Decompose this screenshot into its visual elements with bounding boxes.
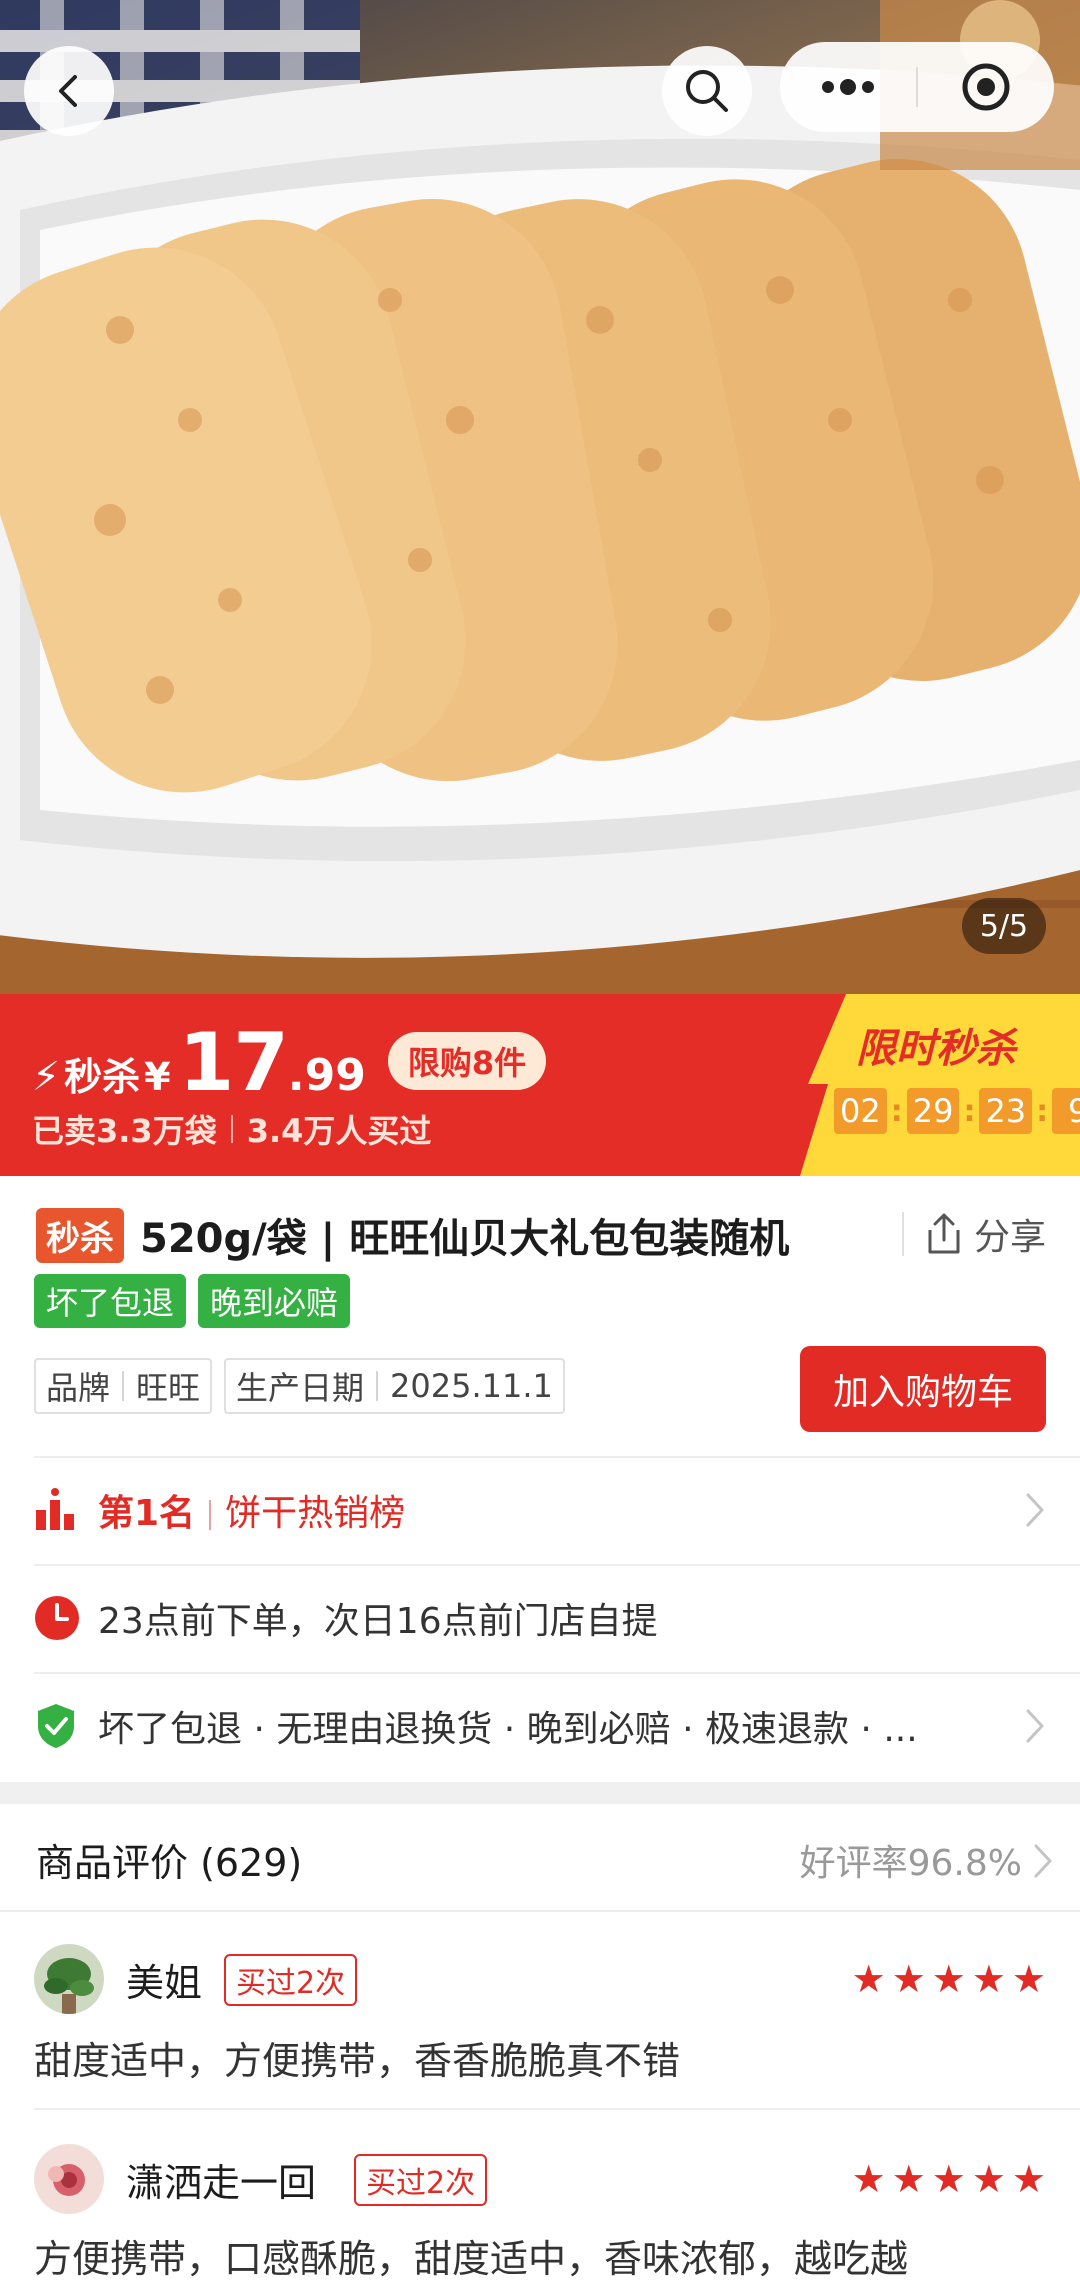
countdown-timer: 02 : 29 : 23 : 9 — [834, 1088, 1080, 1134]
star-icon: ★ — [931, 2157, 966, 2201]
chevron-right-icon — [1026, 1493, 1044, 1527]
reviews-title[interactable]: 商品评价 (629) — [36, 1832, 302, 1887]
chevron-right-icon — [1034, 1844, 1052, 1878]
flash-sale-badge: 秒杀 — [36, 1207, 124, 1263]
star-icon: ★ — [971, 2157, 1006, 2201]
star-icon: ★ — [891, 1957, 926, 2001]
chevron-right-icon — [1026, 1709, 1044, 1743]
rank-divider — [209, 1500, 212, 1530]
countdown-minutes: 29 — [906, 1088, 960, 1134]
price-decimal: .99 — [287, 1050, 366, 1101]
section-separator — [0, 1782, 1080, 1804]
row-divider — [34, 1564, 1080, 1566]
target-icon — [962, 63, 1010, 111]
reviewer-name: 潇洒走一回 — [126, 2161, 317, 2205]
guarantee-text: 坏了包退 · 无理由退换货 · 晚到必赔 · 极速退款 · ... — [98, 1709, 918, 1750]
stats-divider — [230, 1115, 233, 1143]
star-icon: ★ — [851, 2157, 886, 2201]
delivery-row: 23点前下单，次日16点前门店自提 — [0, 1564, 1080, 1672]
star-icon: ★ — [971, 1957, 1006, 2001]
back-button[interactable] — [24, 46, 114, 136]
service-tag: 晚到必赔 — [198, 1274, 351, 1328]
countdown-seconds: 23 — [979, 1088, 1033, 1134]
rank-board: 饼干热销榜 — [225, 1493, 406, 1534]
reviewer-avatar-flower — [34, 2144, 104, 2214]
search-icon — [686, 70, 728, 112]
sales-stats: 已卖3.3万袋 3.4万人买过 — [32, 1106, 431, 1152]
attr-divider — [376, 1371, 379, 1401]
product-title: 520g/袋 | 旺旺仙贝大礼包包装随机 — [140, 1216, 790, 1262]
rank-number: 第1名 — [98, 1493, 196, 1534]
reviewer-name: 美姐 — [126, 1961, 203, 2005]
production-date-attribute: 生产日期 2025.11.1 — [224, 1358, 565, 1414]
add-to-cart-button[interactable]: 加入购物车 — [800, 1346, 1046, 1432]
rating-stars: ★ ★ ★ ★ ★ — [846, 2160, 1046, 2198]
purchase-limit-badge: 限购8件 — [387, 1032, 547, 1090]
brand-value: 旺旺 — [136, 1369, 201, 1407]
bolt-icon: ⚡ — [32, 1054, 61, 1100]
flash-label: 秒杀 — [64, 1055, 141, 1099]
date-value: 2025.11.1 — [390, 1367, 553, 1405]
countdown-tenths: 9 — [1052, 1088, 1080, 1134]
countdown-colon: : — [963, 1093, 976, 1129]
brand-attribute: 品牌 旺旺 — [34, 1358, 213, 1414]
service-tag: 坏了包退 — [34, 1274, 187, 1328]
countdown-colon: : — [890, 1093, 903, 1129]
flash-price-row: ⚡ 秒杀 ¥ 17 .99 限购8件 — [32, 1016, 547, 1109]
row-divider — [34, 1672, 1080, 1674]
star-icon: ★ — [891, 2157, 926, 2201]
flash-sale-title: 限时秒杀 — [856, 1026, 1016, 1072]
countdown-colon: : — [1036, 1093, 1049, 1129]
star-icon: ★ — [851, 1957, 886, 2001]
repeat-buyer-badge: 买过2次 — [354, 2154, 488, 2206]
service-tags: 坏了包退 晚到必赔 — [34, 1274, 362, 1328]
shield-check-icon — [38, 1704, 74, 1748]
star-icon: ★ — [931, 1957, 966, 2001]
attr-divider — [122, 1371, 125, 1401]
close-mini-program-button[interactable] — [918, 42, 1054, 132]
share-icon — [928, 1213, 960, 1254]
positive-rate[interactable]: 好评率96.8% — [800, 1834, 1022, 1886]
ranking-row[interactable]: 第1名 饼干热销榜 — [0, 1456, 1080, 1564]
share-label: 分享 — [974, 1217, 1047, 1258]
review-text: 甜度适中，方便携带，香香脆脆真不错 — [34, 2039, 681, 2083]
avatar — [34, 2144, 104, 2214]
row-divider — [34, 1456, 1080, 1458]
more-dots-icon — [822, 79, 874, 95]
date-label: 生产日期 — [236, 1369, 365, 1407]
review-divider — [34, 2108, 1080, 2110]
avatar — [34, 1944, 104, 2014]
mini-program-capsule — [780, 42, 1054, 132]
product-photo — [0, 0, 1080, 994]
product-image-carousel[interactable]: 5/5 — [0, 0, 1080, 994]
buyer-count: 3.4万人买过 — [246, 1112, 432, 1150]
share-divider — [902, 1212, 904, 1256]
back-icon — [59, 75, 77, 107]
brand-label: 品牌 — [46, 1369, 111, 1407]
currency-symbol: ¥ — [144, 1055, 171, 1099]
sold-count: 已卖3.3万袋 — [32, 1112, 217, 1150]
reviewer-avatar-plant — [34, 1944, 104, 2014]
countdown-hours: 02 — [834, 1088, 887, 1134]
ranking-chart-icon — [36, 1488, 74, 1530]
guarantee-row[interactable]: 坏了包退 · 无理由退换货 · 晚到必赔 · 极速退款 · ... — [0, 1672, 1080, 1780]
review-divider — [0, 1910, 1080, 1912]
ranking-text: 第1名 饼干热销榜 — [98, 1484, 405, 1536]
star-icon: ★ — [1011, 2157, 1046, 2201]
image-pager: 5/5 — [962, 898, 1046, 954]
repeat-buyer-badge: 买过2次 — [224, 1954, 358, 2006]
star-icon: ★ — [1011, 1957, 1046, 2001]
rating-stars: ★ ★ ★ ★ ★ — [846, 1960, 1046, 1998]
more-button[interactable] — [780, 42, 916, 132]
flash-sale-bar: ⚡ 秒杀 ¥ 17 .99 限购8件 已卖3.3万袋 3.4万人买过 限时秒杀 … — [0, 994, 1080, 1176]
price-integer: 17 — [178, 1016, 289, 1109]
delivery-text: 23点前下单，次日16点前门店自提 — [98, 1601, 658, 1642]
share-button[interactable]: 分享 — [902, 1206, 1046, 1262]
product-title-row: 秒杀 520g/袋 | 旺旺仙贝大礼包包装随机 — [36, 1206, 896, 1264]
clock-icon — [35, 1596, 79, 1640]
review-text: 方便携带，口感酥脆，甜度适中，香味浓郁，越吃越 — [34, 2237, 909, 2281]
product-attributes: 品牌 旺旺 生产日期 2025.11.1 — [34, 1358, 577, 1414]
search-button[interactable] — [662, 46, 752, 136]
